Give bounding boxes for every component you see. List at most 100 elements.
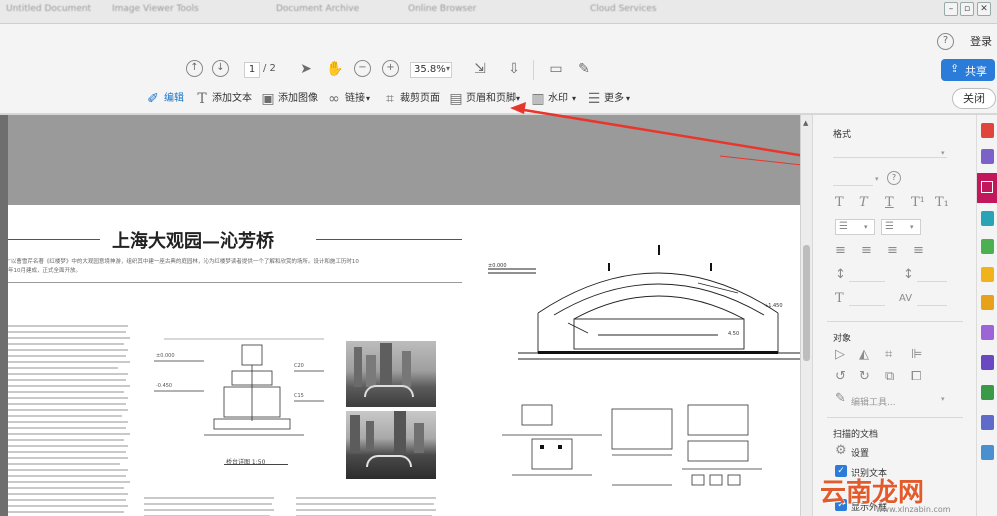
rotate-right-icon[interactable]: ↻ bbox=[859, 369, 870, 385]
comment-tool-icon[interactable] bbox=[981, 211, 994, 226]
maximize-button[interactable]: ▫ bbox=[960, 2, 974, 16]
browser-tab[interactable]: Document Archive bbox=[276, 4, 359, 18]
chevron-down-icon[interactable]: ▾ bbox=[516, 92, 520, 106]
scan-ocr-icon[interactable] bbox=[981, 385, 994, 400]
chevron-down-icon[interactable]: ▾ bbox=[941, 395, 945, 403]
bridge-photo[interactable] bbox=[346, 341, 436, 407]
fit-page-icon[interactable]: ⇲ bbox=[472, 61, 488, 77]
more-button[interactable]: 更多 bbox=[604, 92, 624, 106]
chevron-down-icon[interactable]: ▾ bbox=[626, 92, 630, 106]
protect-icon[interactable] bbox=[981, 415, 994, 430]
minimize-button[interactable]: – bbox=[944, 2, 958, 16]
combine-files-icon[interactable] bbox=[981, 239, 994, 254]
page-down-icon[interactable]: ↓ bbox=[212, 60, 229, 77]
chevron-down-icon: ▾ bbox=[864, 223, 868, 231]
edit-pdf-tool-active[interactable] bbox=[977, 173, 997, 203]
zoom-in-icon[interactable]: + bbox=[382, 60, 399, 77]
create-pdf-icon[interactable] bbox=[981, 149, 994, 164]
horizontal-scale-field[interactable] bbox=[849, 305, 885, 306]
numbered-list-dropdown[interactable]: ☰ ▾ bbox=[881, 219, 921, 235]
font-family-dropdown[interactable] bbox=[833, 157, 947, 158]
scroll-up-icon[interactable]: ▲ bbox=[803, 119, 808, 127]
chevron-down-icon[interactable]: ▾ bbox=[446, 62, 450, 76]
abutment-drawing[interactable]: ±0.000 -0.450 C20 C15 bbox=[144, 331, 330, 461]
subscript-icon[interactable]: T₁ bbox=[935, 195, 949, 211]
line-spacing-icon[interactable]: ↕ bbox=[835, 267, 846, 283]
browser-tab[interactable]: Online Browser bbox=[408, 4, 476, 18]
browser-tab[interactable]: Cloud Services bbox=[590, 4, 657, 18]
export-pdf-icon[interactable] bbox=[981, 123, 994, 138]
detail-drawings[interactable] bbox=[492, 395, 800, 516]
chevron-down-icon[interactable]: ▾ bbox=[572, 92, 576, 106]
text-style-icon[interactable]: T bbox=[835, 195, 844, 211]
character-spacing-icon[interactable]: AV bbox=[899, 291, 912, 307]
browser-tab[interactable]: Image Viewer Tools bbox=[112, 4, 199, 18]
align-justify-icon[interactable]: ≡ bbox=[913, 243, 924, 259]
text-style-icon[interactable]: T bbox=[859, 195, 868, 211]
edit-button[interactable]: 编辑 bbox=[164, 92, 184, 106]
align-right-icon[interactable]: ≡ bbox=[887, 243, 898, 259]
link-button[interactable]: 链接 bbox=[345, 92, 365, 106]
chevron-down-icon[interactable]: ▾ bbox=[875, 175, 879, 183]
character-spacing-field[interactable] bbox=[917, 305, 947, 306]
scroll-thumb[interactable] bbox=[803, 245, 810, 361]
watermark-icon: ▥ bbox=[531, 91, 545, 107]
crop-image-icon[interactable]: ⌗ bbox=[885, 347, 892, 363]
select-pointer-icon[interactable]: ➤ bbox=[298, 61, 314, 77]
page-gap bbox=[8, 115, 800, 205]
share-button[interactable]: ⇪ 共享 bbox=[941, 59, 995, 81]
fill-sign-icon[interactable] bbox=[981, 325, 994, 340]
text-style-icon[interactable]: T bbox=[885, 195, 894, 211]
horizontal-scale-icon[interactable]: T bbox=[835, 291, 844, 307]
crop-pages-button[interactable]: 裁剪页面 bbox=[400, 92, 440, 106]
add-image-button[interactable]: 添加图像 bbox=[278, 92, 318, 106]
close-edit-button[interactable]: 关闭 bbox=[952, 88, 996, 109]
help-icon[interactable]: ? bbox=[887, 171, 901, 185]
page-up-icon[interactable]: ↑ bbox=[186, 60, 203, 77]
scroll-mode-icon[interactable]: ⇩ bbox=[506, 61, 522, 77]
paragraph-spacing-icon[interactable]: ↕ bbox=[903, 267, 914, 283]
flip-vertical-icon[interactable]: ▷ bbox=[835, 347, 845, 363]
gear-icon: ⚙ bbox=[835, 443, 847, 458]
document-viewer[interactable]: 上海大观园—沁芳桥 “以曹雪芹名著《红楼梦》中的大观园意境神游，组织其中建一座古… bbox=[0, 115, 800, 516]
align-center-icon[interactable]: ≡ bbox=[861, 243, 872, 259]
organize-pages-icon[interactable] bbox=[981, 267, 994, 282]
flip-horizontal-icon[interactable]: ◭ bbox=[859, 347, 869, 363]
chevron-down-icon[interactable]: ▾ bbox=[941, 149, 945, 157]
redact-icon[interactable] bbox=[981, 295, 994, 310]
arrange-icon[interactable]: ⧠ bbox=[911, 369, 921, 385]
page-number-input[interactable]: 1 bbox=[244, 62, 260, 78]
intro-text[interactable]: 年10月建成，正式全面开放。 bbox=[8, 266, 81, 274]
pdf-page[interactable]: 上海大观园—沁芳桥 “以曹雪芹名著《红楼梦》中的大观园意境神游，组织其中建一座古… bbox=[8, 205, 800, 516]
align-objects-icon[interactable]: ⊫ bbox=[911, 347, 922, 363]
page-title[interactable]: 上海大观园—沁芳桥 bbox=[112, 227, 274, 253]
bridge-elevation-drawing[interactable]: ±0.000 +1.450 4.50 bbox=[478, 223, 800, 373]
more-tools-icon[interactable] bbox=[981, 445, 994, 460]
bullet-list-dropdown[interactable]: ☰ ▾ bbox=[835, 219, 875, 235]
edit-tool-dropdown[interactable]: 编辑工具... bbox=[851, 395, 896, 408]
settings-link[interactable]: 设置 bbox=[851, 446, 869, 459]
login-link[interactable]: 登录 bbox=[970, 35, 992, 49]
help-icon[interactable]: ? bbox=[937, 33, 954, 50]
font-size-dropdown[interactable] bbox=[833, 185, 873, 186]
align-left-icon[interactable]: ≡ bbox=[835, 243, 846, 259]
intro-text[interactable]: “以曹雪芹名著《红楼梦》中的大观园意境神游，组织其中建一座古典的庭园林，沁为红楼… bbox=[8, 257, 438, 265]
add-text-button[interactable]: 添加文本 bbox=[212, 92, 252, 106]
chevron-down-icon[interactable]: ▾ bbox=[366, 92, 370, 106]
rotate-left-icon[interactable]: ↺ bbox=[835, 369, 846, 385]
send-for-signature-icon[interactable] bbox=[981, 355, 994, 370]
replace-image-icon[interactable]: ⧉ bbox=[885, 369, 894, 385]
paragraph-spacing-field[interactable] bbox=[917, 281, 947, 282]
highlight-pen-icon[interactable]: ✎ bbox=[576, 61, 592, 77]
close-window-button[interactable]: ✕ bbox=[977, 2, 991, 16]
watermark-button[interactable]: 水印 bbox=[548, 92, 568, 106]
superscript-icon[interactable]: T¹ bbox=[911, 195, 925, 211]
bridge-photo[interactable] bbox=[346, 411, 436, 479]
browser-tab[interactable]: Untitled Document bbox=[6, 4, 91, 18]
line-spacing-field[interactable] bbox=[849, 281, 885, 282]
hand-tool-icon[interactable]: ✋ bbox=[326, 61, 343, 77]
vertical-scrollbar[interactable]: ▲ bbox=[800, 115, 812, 516]
zoom-out-icon[interactable]: − bbox=[354, 60, 371, 77]
comment-icon[interactable]: ▭ bbox=[548, 61, 564, 77]
header-footer-button[interactable]: 页眉和页脚 bbox=[466, 92, 516, 106]
